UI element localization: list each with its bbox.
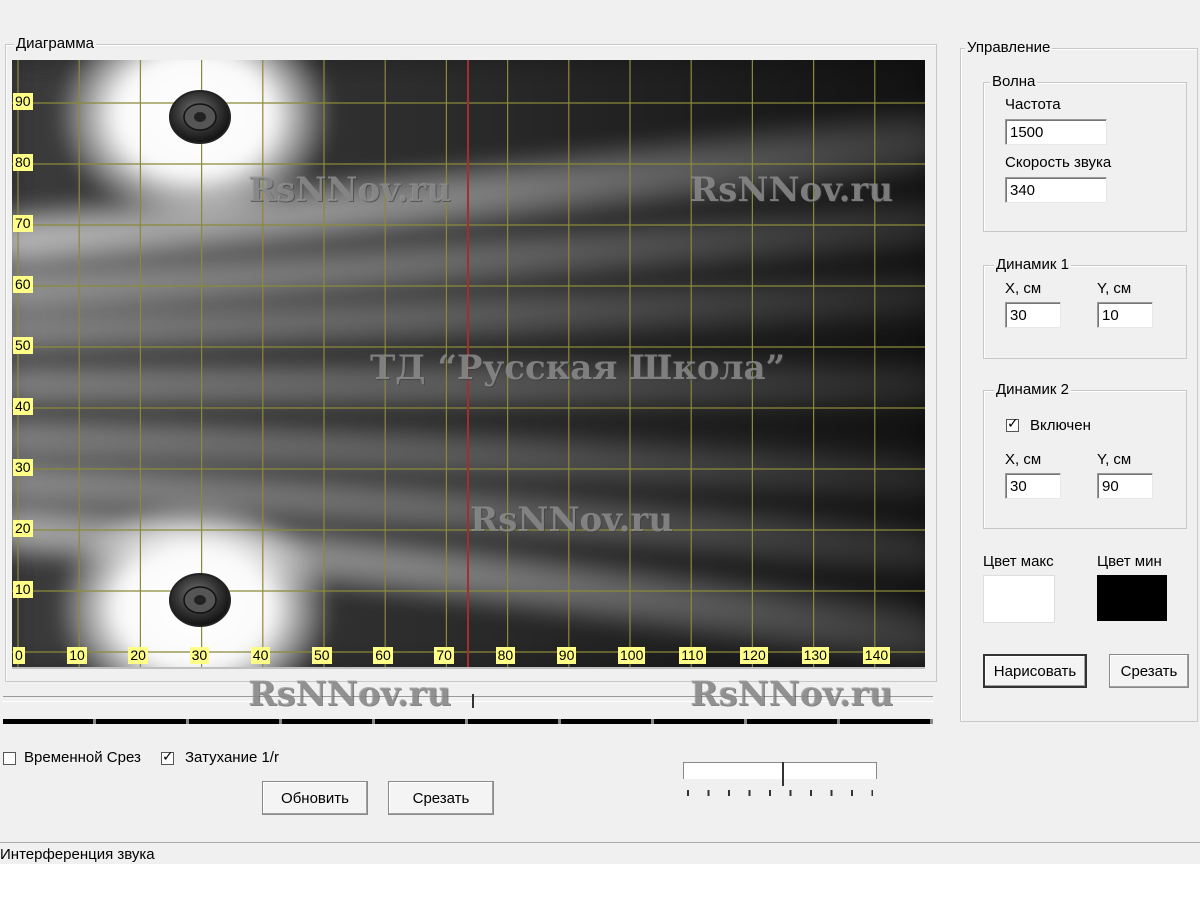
x-tick-label: 90 [556,647,577,664]
x-tick-label: 120 [740,647,768,664]
speaker-2-title: Динамик 2 [994,381,1071,398]
watermark-site-5: RsNNov.ru [690,674,894,714]
x-tick-label: 30 [189,647,210,664]
time-cut-checkbox[interactable] [3,752,16,765]
sound-speed-field[interactable] [1005,177,1107,203]
time-slider-thumb[interactable] [782,762,790,786]
y-tick-label: 10 [13,581,33,598]
y-tick-label: 40 [13,398,33,415]
x-tick-label: 80 [495,647,516,664]
color-max-label: Цвет макс [983,553,1054,570]
speaker-1-y-label: Y, см [1097,280,1132,297]
slider-ticks-bar [3,719,933,724]
sound-speed-label: Скорость звука [1005,154,1112,171]
status-text: Интерференция звука [0,846,155,863]
window-bottom [0,864,1200,900]
watermark-site-4: RsNNov.ru [248,674,452,714]
x-tick-label: 40 [250,647,271,664]
color-min-label: Цвет мин [1097,553,1162,570]
speaker-1-x-label: X, см [1005,280,1042,297]
speaker-1-title: Динамик 1 [994,256,1071,273]
time-slider-ticks [687,790,873,796]
speaker-2-y-field[interactable] [1097,473,1153,499]
x-tick-label: 10 [67,647,87,664]
y-tick-label: 20 [13,520,33,537]
y-tick-label: 90 [13,93,33,110]
plot-frame-bottom [12,667,925,669]
speaker-2-marker [169,90,231,144]
x-tick-label: 110 [679,647,706,664]
attenuation-checkbox[interactable] [161,749,174,765]
wave-title: Волна [990,73,1038,90]
time-cut-label: Временной Срез [24,749,141,766]
x-tick-label: 70 [434,647,454,664]
y-tick-label: 60 [13,276,33,293]
frequency-field[interactable] [1005,119,1107,145]
speaker-2-y-label: Y, см [1097,451,1132,468]
y-tick-label: 30 [13,459,33,476]
frequency-label: Частота [1005,96,1061,113]
x-tick-label: 140 [862,647,891,664]
y-tick-label: 70 [13,215,33,232]
draw-button[interactable]: Нарисовать [983,654,1087,688]
control-cut-button[interactable]: Срезать [1109,654,1189,688]
y-tick-label: 50 [13,337,33,354]
x-tick-label: 20 [128,647,148,664]
x-tick-label: 0 [13,647,25,664]
diagram-title: Диаграмма [14,35,97,52]
x-tick-label: 100 [618,647,646,664]
watermark-center: ТД “Русская Школа” [370,348,786,388]
x-tick-label: 50 [312,647,332,664]
speaker-2-x-field[interactable] [1005,473,1061,499]
speaker-2-x-label: X, см [1005,451,1042,468]
control-title: Управление [965,39,1053,56]
refresh-button[interactable]: Обновить [262,781,368,815]
slider-thumb[interactable] [466,694,474,708]
speaker-2-enabled-label: Включен [1030,417,1091,434]
watermark-site-3: RsNNov.ru [470,500,674,540]
speaker-1-marker [169,573,231,627]
time-slider-groove [683,762,877,779]
status-bar: Интерференция звука [0,842,1200,865]
speaker-1-x-field[interactable] [1005,302,1061,328]
color-min-swatch[interactable] [1097,575,1167,621]
x-tick-label: 60 [373,647,393,664]
time-slider[interactable] [683,760,877,800]
watermark-site-2: RsNNov.ru [690,170,894,210]
y-tick-label: 80 [13,154,33,171]
color-max-swatch[interactable] [983,575,1055,623]
x-tick-label: 130 [801,647,829,664]
speaker-1-y-field[interactable] [1097,302,1153,328]
bottom-cut-button[interactable]: Срезать [388,781,494,815]
attenuation-label: Затухание 1/r [185,749,279,766]
speaker-2-enabled-checkbox[interactable] [1006,416,1019,432]
watermark-site-1: RsNNov.ru [248,170,452,210]
